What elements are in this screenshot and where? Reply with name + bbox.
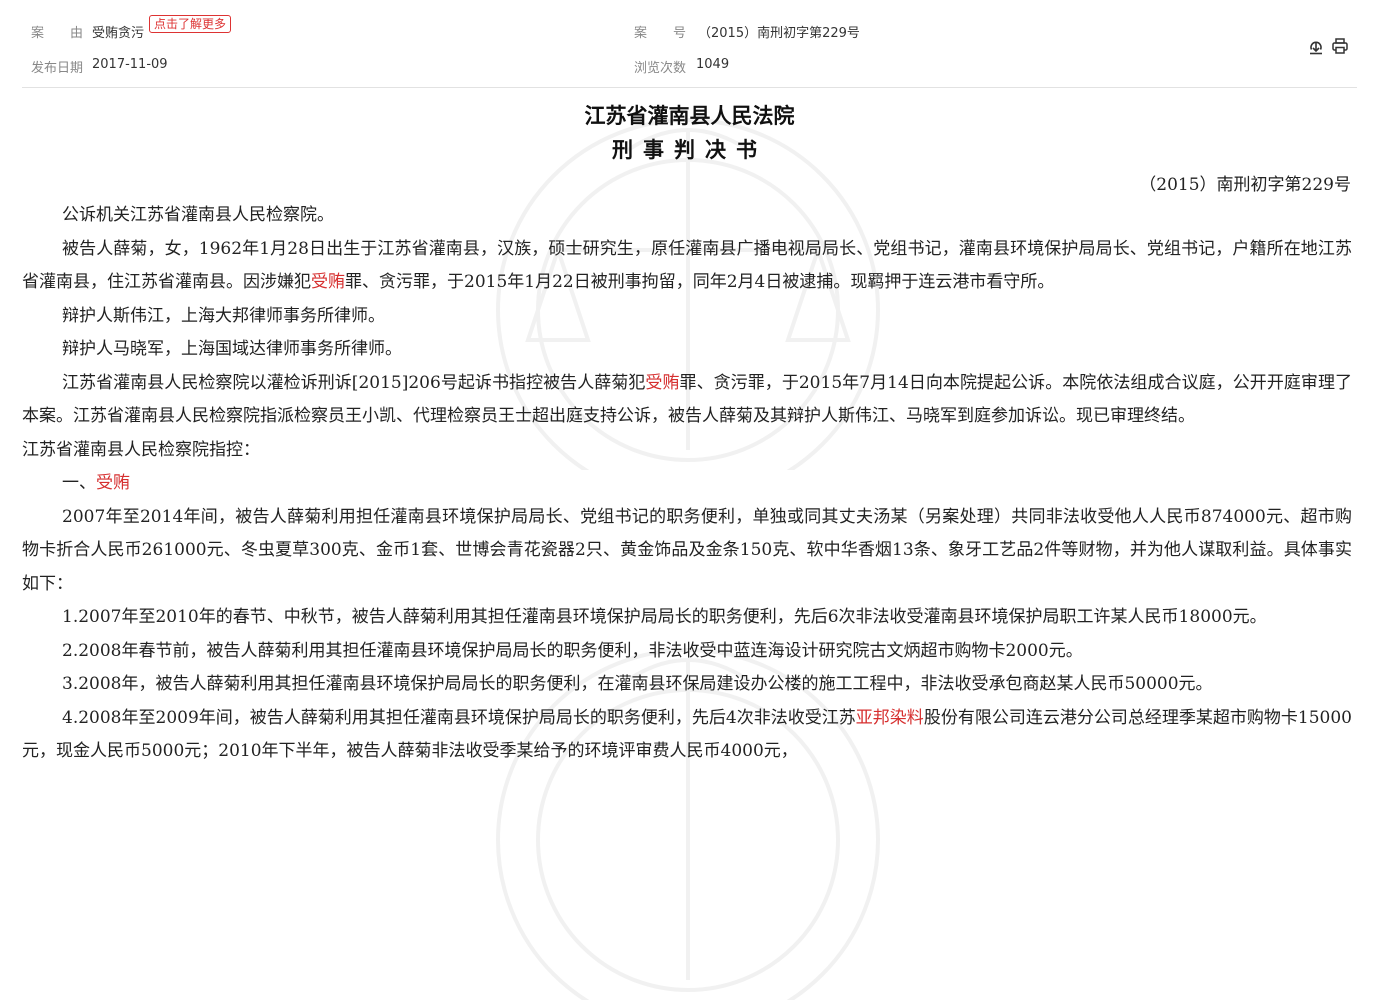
- keyword-bribery-link[interactable]: 受贿: [311, 272, 345, 292]
- publish-date-value: 2017-11-09: [92, 57, 168, 72]
- learn-more-link[interactable]: 点击了解更多: [149, 15, 232, 33]
- paragraph-prosecution: 江苏省灌南县人民检察院以灌检诉刑诉[2015]206号起诉书指控被告人薛菊犯受贿…: [22, 367, 1352, 434]
- text-segment: 江苏省灌南县人民检察院以灌检诉刑诉[2015]206号起诉书指控被告人薛菊犯: [62, 372, 646, 393]
- cause-value: 受贿贪污: [92, 26, 145, 41]
- court-name-title: 江苏省灌南县人民法院: [584, 103, 795, 128]
- text-segment: 4.2008年至2009年间，被告人薛菊利用其担任灌南县环境保护局局长的职务便利…: [62, 707, 856, 728]
- case-number-value: （2015）南刑初字第229号: [698, 26, 860, 41]
- judgment-body: 公诉机关江苏省灌南县人民检察院。 被告人薛菊，女，1962年1月28日出生于江苏…: [22, 199, 1352, 769]
- paragraph-defendant: 被告人薛菊，女，1962年1月28日出生于江苏省灌南县，汉族，硕士研究生，原任灌…: [22, 233, 1352, 300]
- paragraph-charges-heading: 江苏省灌南县人民检察院指控：: [22, 439, 260, 460]
- cause-label: 案 由: [31, 26, 84, 41]
- paragraph-section-one: 一、受贿: [22, 467, 1352, 501]
- publish-date-label: 发布日期: [31, 61, 84, 76]
- paragraph-fact-2: 2.2008年春节前，被告人薛菊利用其担任灌南县环境保护局局长的职务便利，非法收…: [62, 640, 1083, 661]
- paragraph-prosecutor: 公诉机关江苏省灌南县人民检察院。: [62, 205, 334, 225]
- download-icon[interactable]: [1307, 37, 1325, 55]
- paragraph-fact-1: 1.2007年至2010年的春节、中秋节，被告人薛菊利用其担任灌南县环境保护局局…: [62, 607, 1267, 627]
- print-icon[interactable]: [1331, 37, 1349, 55]
- text-segment: 一、: [62, 473, 96, 493]
- document-type-title: 刑事判决书: [612, 137, 767, 162]
- keyword-bribery-link[interactable]: 受贿: [96, 473, 130, 493]
- paragraph-fact-3: 3.2008年，被告人薛菊利用其担任灌南县环境保护局局长的职务便利，在灌南县环保…: [62, 674, 1213, 694]
- views-label: 浏览次数: [634, 61, 687, 76]
- keyword-company-link[interactable]: 亚邦染料: [856, 708, 924, 728]
- text-segment: 罪、贪污罪，于2015年1月22日被刑事拘留，同年2月4日被逮捕。现羁押于连云港…: [345, 272, 1055, 292]
- paragraph-fact-4: 4.2008年至2009年间，被告人薛菊利用其担任灌南县环境保护局局长的职务便利…: [22, 702, 1352, 769]
- paragraph-defender-2: 辩护人马晓军，上海国域达律师事务所律师。: [62, 339, 402, 359]
- views-value: 1049: [696, 57, 730, 72]
- paragraph-defender-1: 辩护人斯伟江，上海大邦律师事务所律师。: [62, 305, 385, 326]
- case-meta-header: 案 由 受贿贪污 点击了解更多 案 号 （2015）南刑初字第229号 发布日期…: [0, 0, 1379, 88]
- keyword-bribery-link[interactable]: 受贿: [645, 373, 679, 393]
- document-case-number: （2015）南刑初字第229号: [1139, 175, 1351, 195]
- paragraph-summary: 2007年至2014年间，被告人薛菊利用担任灌南县环境保护局局长、党组书记的职务…: [22, 506, 1352, 594]
- header-divider: [22, 87, 1357, 88]
- case-number-label: 案 号: [634, 26, 687, 41]
